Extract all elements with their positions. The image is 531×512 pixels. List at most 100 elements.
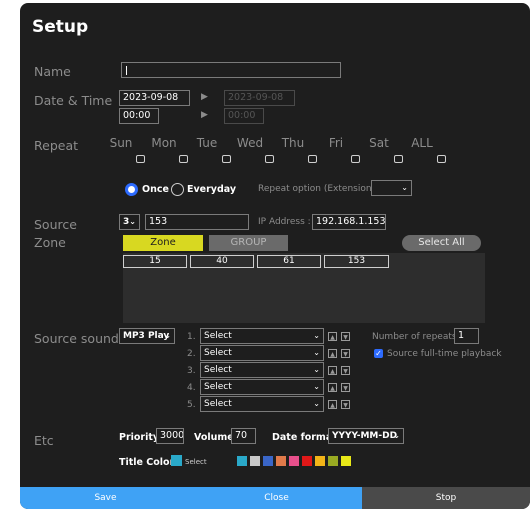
sound-select[interactable]: Select ⌄ xyxy=(200,345,324,361)
etc-label: Etc xyxy=(34,433,54,448)
chevron-down-icon: ⌄ xyxy=(313,348,320,357)
ip-address-label: IP Address : xyxy=(258,217,311,227)
chevron-down-icon: ⌄ xyxy=(313,382,320,391)
move-down-icon[interactable]: ▼ xyxy=(341,332,350,341)
chevron-down-icon: ⌄ xyxy=(164,331,171,340)
sound-type-select[interactable]: MP3 Play ⌄ xyxy=(119,328,175,344)
move-down-icon[interactable]: ▼ xyxy=(341,349,350,358)
date-format-select[interactable]: YYYY-MM-DD ⌄ xyxy=(328,428,404,444)
source-select[interactable]: 3 ⌄ xyxy=(119,214,140,230)
sound-row-number: 1. xyxy=(187,332,196,342)
everyday-label: Everyday xyxy=(187,184,237,195)
chevron-down-icon: ⌄ xyxy=(401,183,408,192)
zone-label: Zone xyxy=(34,235,66,250)
day-label-sat: Sat xyxy=(369,136,389,150)
name-input[interactable] xyxy=(121,62,341,78)
title-color-label: Title Color xyxy=(119,457,175,468)
sound-select[interactable]: Select ⌄ xyxy=(200,379,324,395)
day-checkbox-thu[interactable] xyxy=(308,155,317,163)
tab-zone[interactable]: Zone xyxy=(123,235,203,251)
move-down-icon[interactable]: ▼ xyxy=(341,366,350,375)
end-date-input[interactable]: 2023-09-08 xyxy=(224,90,295,106)
save-button[interactable]: Save xyxy=(20,487,191,509)
sound-select[interactable]: Select ⌄ xyxy=(200,328,324,344)
source-input[interactable]: 153 xyxy=(145,214,249,230)
once-label: Once xyxy=(142,184,169,195)
dialog-footer: Save Close Stop xyxy=(20,487,530,509)
color-swatch-olive[interactable] xyxy=(328,456,338,466)
start-time-input[interactable]: 00:00 xyxy=(119,108,159,124)
day-checkbox-tue[interactable] xyxy=(222,155,231,163)
name-label: Name xyxy=(34,64,71,79)
fulltime-checkbox[interactable]: ✓ xyxy=(374,349,383,358)
source-label: Source xyxy=(34,217,77,232)
color-swatch-amber[interactable] xyxy=(315,456,325,466)
color-swatch-pink[interactable] xyxy=(289,456,299,466)
day-label-thu: Thu xyxy=(281,136,305,150)
sound-select[interactable]: Select ⌄ xyxy=(200,362,324,378)
color-swatch-red[interactable] xyxy=(302,456,312,466)
datetime-label: Date & Time xyxy=(34,93,113,108)
chevron-down-icon: ⌄ xyxy=(313,365,320,374)
repeat-option-label: Repeat option (Extension) xyxy=(258,184,376,194)
stop-button[interactable]: Stop xyxy=(362,487,530,509)
sound-row-number: 2. xyxy=(187,349,196,359)
day-checkbox-mon[interactable] xyxy=(179,155,188,163)
repeat-option-select[interactable]: ⌄ xyxy=(371,180,412,196)
zone-cell[interactable]: 61 xyxy=(257,255,321,268)
chevron-down-icon: ⌄ xyxy=(313,399,320,408)
once-radio[interactable] xyxy=(125,183,138,196)
day-label-tue: Tue xyxy=(196,136,218,150)
day-checkbox-sat[interactable] xyxy=(394,155,403,163)
volume-label: Volume xyxy=(194,432,234,443)
day-checkbox-fri[interactable] xyxy=(351,155,360,163)
ip-address-input[interactable]: 192.168.1.153 xyxy=(312,214,386,230)
arrow-icon: ▶ xyxy=(201,110,208,120)
arrow-icon: ▶ xyxy=(201,92,208,102)
day-label-wed: Wed xyxy=(236,136,264,150)
zone-cell[interactable]: 15 xyxy=(123,255,187,268)
chevron-down-icon: ⌄ xyxy=(313,331,320,340)
volume-input[interactable]: 70 xyxy=(231,428,256,444)
move-up-icon[interactable]: ▲ xyxy=(328,366,337,375)
day-label-sun: Sun xyxy=(109,136,133,150)
tab-group[interactable]: GROUP xyxy=(209,235,288,251)
day-label-mon: Mon xyxy=(151,136,177,150)
chevron-down-icon: ⌄ xyxy=(393,431,400,440)
color-swatch-yellow[interactable] xyxy=(341,456,351,466)
chevron-down-icon: ⌄ xyxy=(129,217,136,226)
sound-row-number: 5. xyxy=(187,400,196,410)
zone-cell[interactable]: 40 xyxy=(190,255,254,268)
move-up-icon[interactable]: ▲ xyxy=(328,400,337,409)
zone-cell[interactable]: 153 xyxy=(324,255,389,268)
close-button[interactable]: Close xyxy=(191,487,362,509)
day-label-fri: Fri xyxy=(328,136,344,150)
priority-input[interactable]: 3000 xyxy=(156,428,184,444)
title-color-preview[interactable] xyxy=(171,455,182,466)
sound-row-number: 3. xyxy=(187,366,196,376)
color-swatch-blue[interactable] xyxy=(263,456,273,466)
everyday-radio[interactable] xyxy=(171,183,184,196)
day-checkbox-wed[interactable] xyxy=(265,155,274,163)
repeats-label: Number of repeats xyxy=(372,332,457,342)
repeats-input[interactable]: 1 xyxy=(454,328,479,344)
dialog-title: Setup xyxy=(32,17,89,37)
source-sound-label: Source sound xyxy=(34,331,119,346)
select-color-label: Select xyxy=(185,458,207,466)
priority-label: Priority xyxy=(119,432,160,443)
day-checkbox-sun[interactable] xyxy=(136,155,145,163)
color-swatch-gray[interactable] xyxy=(250,456,260,466)
move-up-icon[interactable]: ▲ xyxy=(328,383,337,392)
day-checkbox-all[interactable] xyxy=(437,155,446,163)
move-down-icon[interactable]: ▼ xyxy=(341,400,350,409)
select-all-button[interactable]: Select All xyxy=(402,235,481,251)
start-date-input[interactable]: 2023-09-08 xyxy=(119,90,190,106)
move-up-icon[interactable]: ▲ xyxy=(328,349,337,358)
color-swatch-orange[interactable] xyxy=(276,456,286,466)
end-time-input[interactable]: 00:00 xyxy=(224,108,264,124)
move-up-icon[interactable]: ▲ xyxy=(328,332,337,341)
color-swatch-teal[interactable] xyxy=(237,456,247,466)
sound-row-number: 4. xyxy=(187,383,196,393)
sound-select[interactable]: Select ⌄ xyxy=(200,396,324,412)
move-down-icon[interactable]: ▼ xyxy=(341,383,350,392)
